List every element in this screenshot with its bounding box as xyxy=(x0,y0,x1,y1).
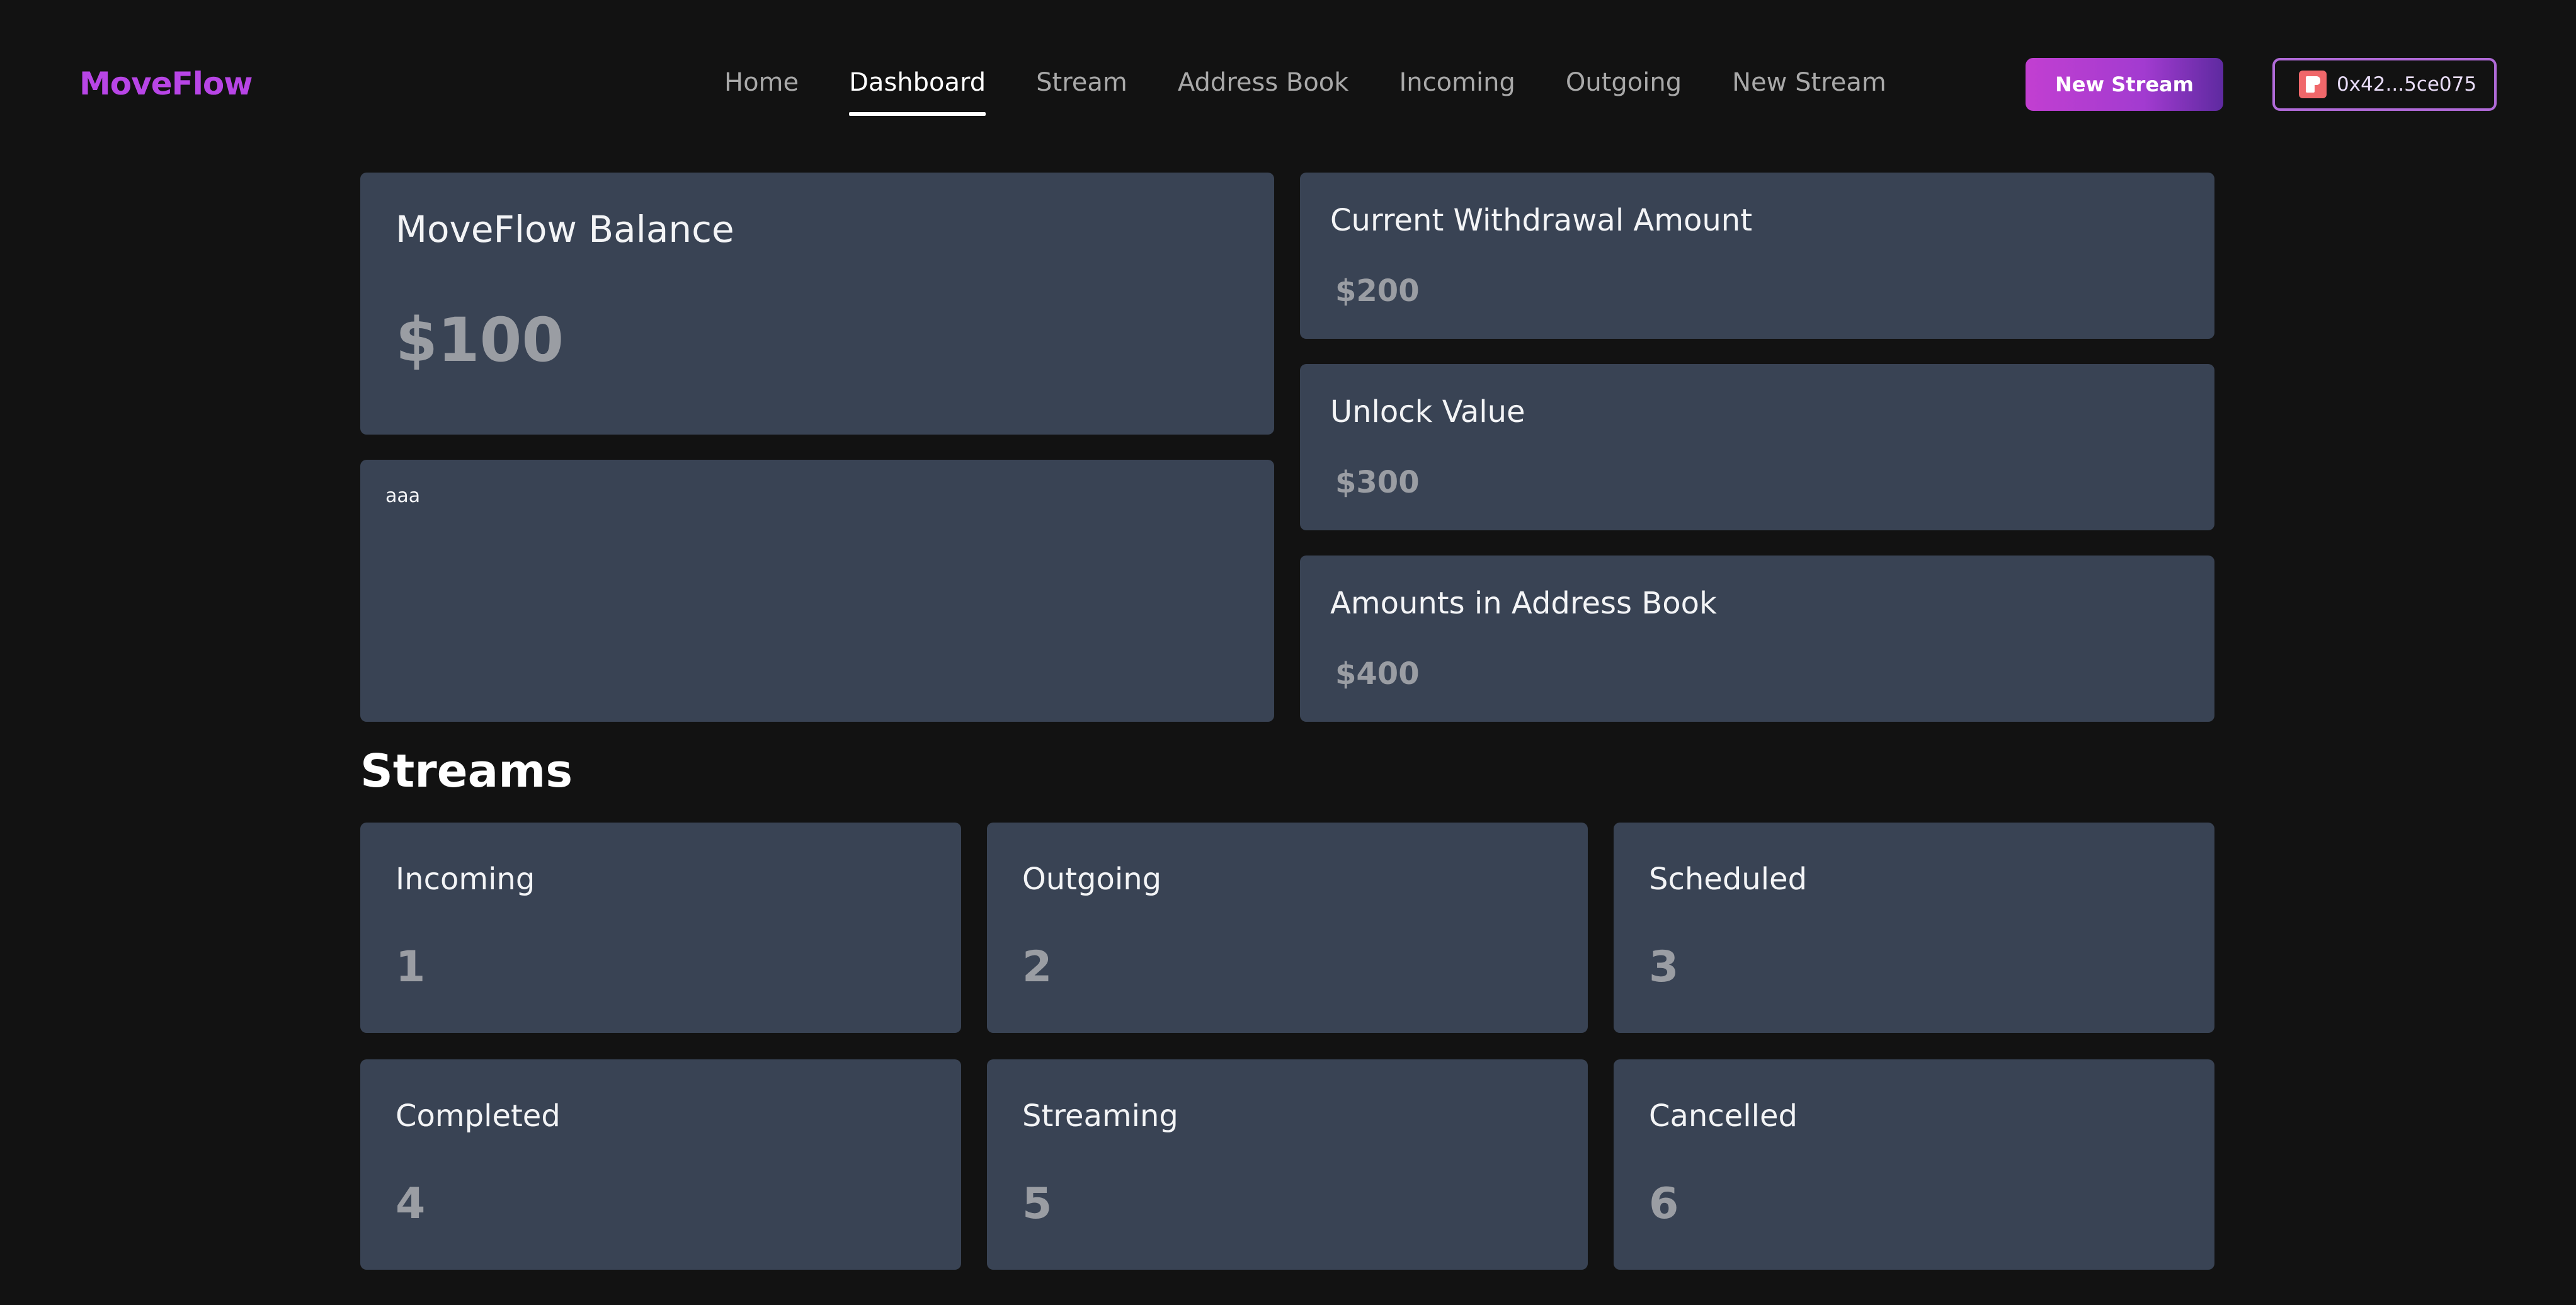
stream-card-title: Streaming xyxy=(1022,1098,1178,1134)
note-card: aaa xyxy=(360,460,1274,722)
withdrawal-title: Current Withdrawal Amount xyxy=(1330,203,1753,238)
stream-card-title: Completed xyxy=(396,1098,561,1134)
stream-card-count: 5 xyxy=(1022,1179,1052,1229)
nav-incoming[interactable]: Incoming xyxy=(1399,63,1515,120)
stream-card-count: 4 xyxy=(396,1179,426,1229)
wallet-button[interactable]: 0x42...5ce075 xyxy=(2272,58,2497,111)
balance-title: MoveFlow Balance xyxy=(396,208,734,251)
top-header: MoveFlow Home Dashboard Stream Address B… xyxy=(0,0,2576,164)
stream-card-streaming[interactable]: Streaming 5 xyxy=(987,1059,1588,1270)
stream-card-cancelled[interactable]: Cancelled 6 xyxy=(1614,1059,2214,1270)
nav-new-stream[interactable]: New Stream xyxy=(1732,63,1886,120)
balance-value: $100 xyxy=(396,305,564,375)
nav-outgoing[interactable]: Outgoing xyxy=(1566,63,1682,120)
stream-card-count: 3 xyxy=(1649,942,1679,992)
wallet-logo-icon xyxy=(2299,71,2327,98)
nav-stream[interactable]: Stream xyxy=(1036,63,1127,120)
app-logo[interactable]: MoveFlow xyxy=(79,66,253,102)
unlock-value-title: Unlock Value xyxy=(1330,394,1525,430)
stream-card-count: 2 xyxy=(1022,942,1052,992)
stream-card-completed[interactable]: Completed 4 xyxy=(360,1059,961,1270)
stream-card-count: 1 xyxy=(396,942,426,992)
nav-dashboard[interactable]: Dashboard xyxy=(849,63,986,120)
unlock-value-value: $300 xyxy=(1335,465,1420,500)
stream-card-incoming[interactable]: Incoming 1 xyxy=(360,823,961,1033)
stream-card-outgoing[interactable]: Outgoing 2 xyxy=(987,823,1588,1033)
stream-card-title: Scheduled xyxy=(1649,862,1808,897)
balance-card: MoveFlow Balance $100 xyxy=(360,173,1274,435)
address-book-amount-title: Amounts in Address Book xyxy=(1330,586,1717,621)
stream-card-title: Outgoing xyxy=(1022,862,1162,897)
withdrawal-value: $200 xyxy=(1335,273,1420,309)
stream-card-count: 6 xyxy=(1649,1179,1679,1229)
withdrawal-card: Current Withdrawal Amount $200 xyxy=(1300,173,2214,339)
streams-heading: Streams xyxy=(360,744,573,797)
nav-home[interactable]: Home xyxy=(724,63,799,120)
nav-address-book[interactable]: Address Book xyxy=(1178,63,1349,120)
main-nav: Home Dashboard Stream Address Book Incom… xyxy=(724,63,1937,120)
address-book-amount-card: Amounts in Address Book $400 xyxy=(1300,556,2214,722)
address-book-amount-value: $400 xyxy=(1335,656,1420,692)
unlock-value-card: Unlock Value $300 xyxy=(1300,364,2214,530)
wallet-address: 0x42...5ce075 xyxy=(2337,73,2477,96)
stream-card-title: Cancelled xyxy=(1649,1098,1798,1134)
stream-card-title: Incoming xyxy=(396,862,535,897)
new-stream-button[interactable]: New Stream xyxy=(2026,58,2223,111)
note-text: aaa xyxy=(385,485,421,507)
stream-card-scheduled[interactable]: Scheduled 3 xyxy=(1614,823,2214,1033)
